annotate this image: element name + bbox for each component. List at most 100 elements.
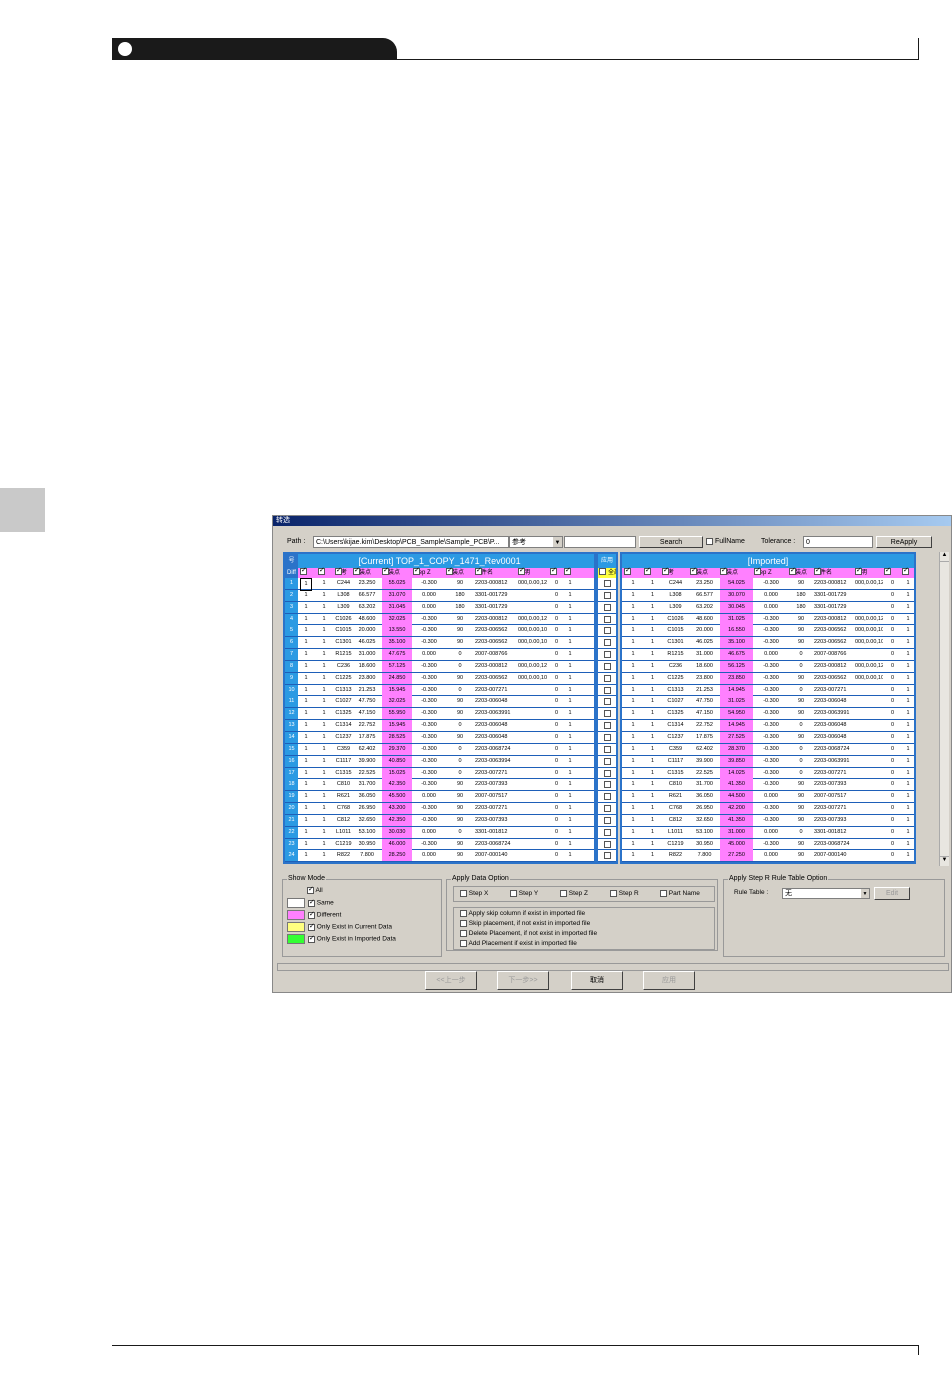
table-row[interactable]: 1 1 C236 18.600 56.125 -0.300 0 2203-000812 000,…: [622, 660, 914, 673]
current-cell[interactable]: 0: [550, 614, 563, 625]
imported-cell[interactable]: 41.350: [720, 779, 753, 791]
imported-cell[interactable]: 90: [789, 673, 813, 684]
imported-cell[interactable]: 44.500: [720, 791, 753, 803]
apply-row[interactable]: [598, 685, 616, 697]
current-cell[interactable]: 13.550: [382, 625, 412, 637]
current-cell[interactable]: 1: [300, 649, 312, 660]
current-cell[interactable]: 21.253: [353, 685, 381, 696]
current-cell[interactable]: 2203-006048: [475, 732, 517, 743]
table-row[interactable]: 1 1 C1237 17.875 27.525 -0.300 90 2203-006048 0 1: [622, 731, 914, 744]
apply-row[interactable]: [598, 708, 616, 721]
imported-cell[interactable]: -0.300: [754, 803, 788, 814]
imported-cell[interactable]: 0: [789, 649, 813, 660]
current-cell[interactable]: 1: [318, 720, 330, 731]
step-option[interactable]: Step R: [610, 889, 639, 899]
current-cell[interactable]: 0: [550, 839, 563, 850]
imported-cell[interactable]: -0.300: [754, 708, 788, 719]
imported-cell[interactable]: C1301: [662, 637, 689, 648]
imported-cell[interactable]: 1: [624, 827, 642, 838]
current-cell[interactable]: 2203-006562: [475, 625, 517, 636]
current-cell[interactable]: 1: [300, 803, 312, 814]
imported-cell[interactable]: 90: [789, 791, 813, 802]
table-row[interactable]: 1 1 R822 7.800 27.250 0.000 90 2007-000140 0 1: [622, 850, 914, 862]
next-button[interactable]: 下一步>>: [497, 971, 549, 990]
placement-option[interactable]: Delete Placement, if not exist in import…: [460, 929, 597, 939]
current-col-checkbox-6[interactable]: [446, 566, 453, 576]
imported-cell[interactable]: 1: [902, 590, 914, 601]
imported-cell[interactable]: 22.525: [690, 768, 719, 779]
table-row[interactable]: 10 1 1 C1313 21.253 15.945 -0.300 0 2203-007271 0…: [285, 684, 594, 697]
apply-button[interactable]: 应用: [643, 971, 695, 990]
current-cell[interactable]: -0.300: [413, 839, 445, 850]
imported-cell[interactable]: 1: [902, 839, 914, 850]
apply-row[interactable]: [598, 637, 616, 650]
current-cell[interactable]: 2203-000812: [475, 661, 517, 672]
chevron-down-icon[interactable]: ▼: [861, 889, 869, 898]
current-cell[interactable]: 000,0.00,12: [518, 661, 549, 672]
imported-cell[interactable]: 1: [902, 720, 914, 731]
current-col-header-6[interactable]: 贴装点: [446, 566, 464, 578]
apply-row[interactable]: [598, 696, 616, 709]
apply-row[interactable]: [598, 614, 616, 626]
current-cell[interactable]: 2203-007393: [475, 779, 517, 790]
step-checkbox[interactable]: [510, 889, 517, 897]
fullname-option[interactable]: FullName: [706, 536, 745, 548]
current-cell[interactable]: 1: [564, 578, 576, 589]
current-col-checkbox-10[interactable]: [564, 566, 571, 576]
edit-button[interactable]: Edit: [874, 887, 910, 900]
imported-cell[interactable]: 1: [644, 791, 661, 802]
imported-col-header-1[interactable]: 块: [644, 566, 651, 578]
current-cell[interactable]: 1: [300, 685, 312, 696]
current-cell[interactable]: 30.950: [353, 839, 381, 850]
imported-cell[interactable]: 1: [624, 696, 642, 707]
table-row[interactable]: 1 1 C1015 20.000 16.550 -0.300 90 2203-006562 00…: [622, 625, 914, 638]
apply-row[interactable]: [598, 850, 616, 862]
current-cell[interactable]: 1: [318, 779, 330, 790]
imported-cell[interactable]: C1314: [662, 720, 689, 731]
fullname-checkbox[interactable]: [706, 537, 713, 545]
current-cell[interactable]: L308: [335, 590, 352, 601]
table-row[interactable]: 1 1 C1225 23.800 23.850 -0.300 90 2203-006562 00…: [622, 672, 914, 685]
imported-cell[interactable]: 1: [644, 756, 661, 767]
path-combo[interactable]: 参考 ▼: [509, 536, 563, 548]
current-cell[interactable]: C1301: [335, 637, 352, 648]
current-cell[interactable]: 20.000: [353, 625, 381, 636]
step-checkbox[interactable]: [560, 889, 567, 897]
imported-cell[interactable]: 1: [902, 625, 914, 636]
imported-cell[interactable]: 31.025: [720, 696, 753, 708]
imported-cell[interactable]: -0.300: [754, 625, 788, 636]
current-cell[interactable]: 1: [564, 708, 576, 719]
imported-cell[interactable]: 32.650: [690, 815, 719, 826]
imported-cell[interactable]: 1: [902, 779, 914, 790]
current-cell[interactable]: 2203-006048: [475, 696, 517, 707]
imported-cell[interactable]: 1: [902, 732, 914, 743]
current-cell[interactable]: 35.100: [382, 637, 412, 649]
current-cell[interactable]: 1: [318, 649, 330, 660]
current-cell[interactable]: 1: [300, 673, 312, 684]
tolerance-input[interactable]: 0: [803, 536, 873, 548]
imported-cell[interactable]: 0: [884, 625, 901, 636]
current-cell[interactable]: 000,0.00,10: [518, 625, 549, 636]
imported-col-header-0[interactable]: 槽: [624, 566, 631, 578]
apply-row-checkbox[interactable]: [603, 805, 611, 813]
current-cell[interactable]: 1: [564, 625, 576, 636]
table-row[interactable]: 1 1 C810 31.700 41.350 -0.300 90 2203-007393 0 1: [622, 779, 914, 792]
current-cell[interactable]: 1: [318, 625, 330, 636]
imported-cell[interactable]: 48.600: [690, 614, 719, 625]
current-cell[interactable]: 1: [300, 637, 312, 648]
imported-cell[interactable]: -0.300: [754, 839, 788, 850]
current-cell[interactable]: 31.045: [382, 601, 412, 613]
imported-cell[interactable]: 1: [644, 708, 661, 719]
imported-col-checkbox-4[interactable]: [720, 566, 727, 576]
imported-cell[interactable]: -0.300: [754, 637, 788, 648]
imported-cell[interactable]: 1: [624, 768, 642, 779]
current-cell[interactable]: 1: [564, 696, 576, 707]
imported-cell[interactable]: -0.300: [754, 720, 788, 731]
current-cell[interactable]: 1: [300, 661, 312, 672]
imported-col-checkbox-0[interactable]: [624, 566, 631, 576]
imported-cell[interactable]: 14.945: [720, 720, 753, 732]
imported-col-header-8[interactable]: 说明: [855, 566, 867, 578]
table-row[interactable]: 1 1 C1315 22.525 14.025 -0.300 0 2203-007271 0 1: [622, 767, 914, 780]
current-cell[interactable]: -0.300: [413, 685, 445, 696]
table-row[interactable]: 16 1 1 C1117 39.900 40.850 -0.300 0 2203-0063994…: [285, 755, 594, 768]
